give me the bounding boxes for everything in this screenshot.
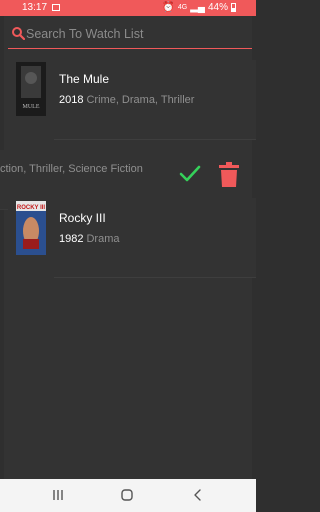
recent-apps-icon[interactable] xyxy=(46,485,70,505)
movie-poster: ROCKY III xyxy=(16,201,46,255)
status-indicators: ⏰ 4G ▂▄ 44% xyxy=(162,2,236,13)
trash-icon[interactable] xyxy=(218,162,240,188)
watch-list-screen: MULE The Mule 2018Crime, Drama, Thriller… xyxy=(0,16,256,479)
search-input[interactable] xyxy=(26,24,246,44)
search-bar[interactable] xyxy=(8,23,252,49)
movie-poster: MULE xyxy=(16,62,46,116)
system-navigation-bar xyxy=(0,479,256,512)
movie-card[interactable]: ROCKY III Rocky III 1982 Drama xyxy=(8,198,256,278)
movie-genres: Drama xyxy=(86,233,120,245)
status-time: 13:17 xyxy=(22,2,48,13)
home-icon[interactable] xyxy=(115,485,139,505)
divider xyxy=(54,139,256,140)
divider xyxy=(54,277,256,278)
movie-title: Rocky III xyxy=(59,211,106,225)
movie-genres: ction, Thriller, Science Fiction xyxy=(0,163,143,175)
back-icon[interactable] xyxy=(186,485,210,505)
movie-genres: Crime, Drama, Thriller xyxy=(86,94,195,106)
movie-meta: 1982 Drama xyxy=(59,233,120,245)
movie-title: The Mule xyxy=(59,72,110,86)
movie-year: 2018 xyxy=(59,94,84,106)
battery-percent: 44% xyxy=(207,2,228,13)
movie-meta: 2018 Crime, Drama, Thriller xyxy=(59,94,194,106)
status-bar: 13:17 ⏰ 4G ▂▄ 44% xyxy=(0,0,256,16)
poster-caption: MULE xyxy=(23,104,40,110)
battery-icon xyxy=(231,3,236,12)
movie-card[interactable]: MULE The Mule 2018 Crime, Drama, Thriller xyxy=(8,60,256,140)
movie-year: 1982 xyxy=(59,233,84,245)
alarm-icon: ⏰ xyxy=(162,2,175,13)
network-type: 4G xyxy=(177,4,188,11)
check-icon[interactable] xyxy=(178,162,202,186)
poster-caption: ROCKY III xyxy=(17,205,46,211)
signal-icon: ▂▄ xyxy=(190,2,205,13)
search-icon xyxy=(12,27,25,40)
gallery-notification-icon xyxy=(52,4,60,11)
